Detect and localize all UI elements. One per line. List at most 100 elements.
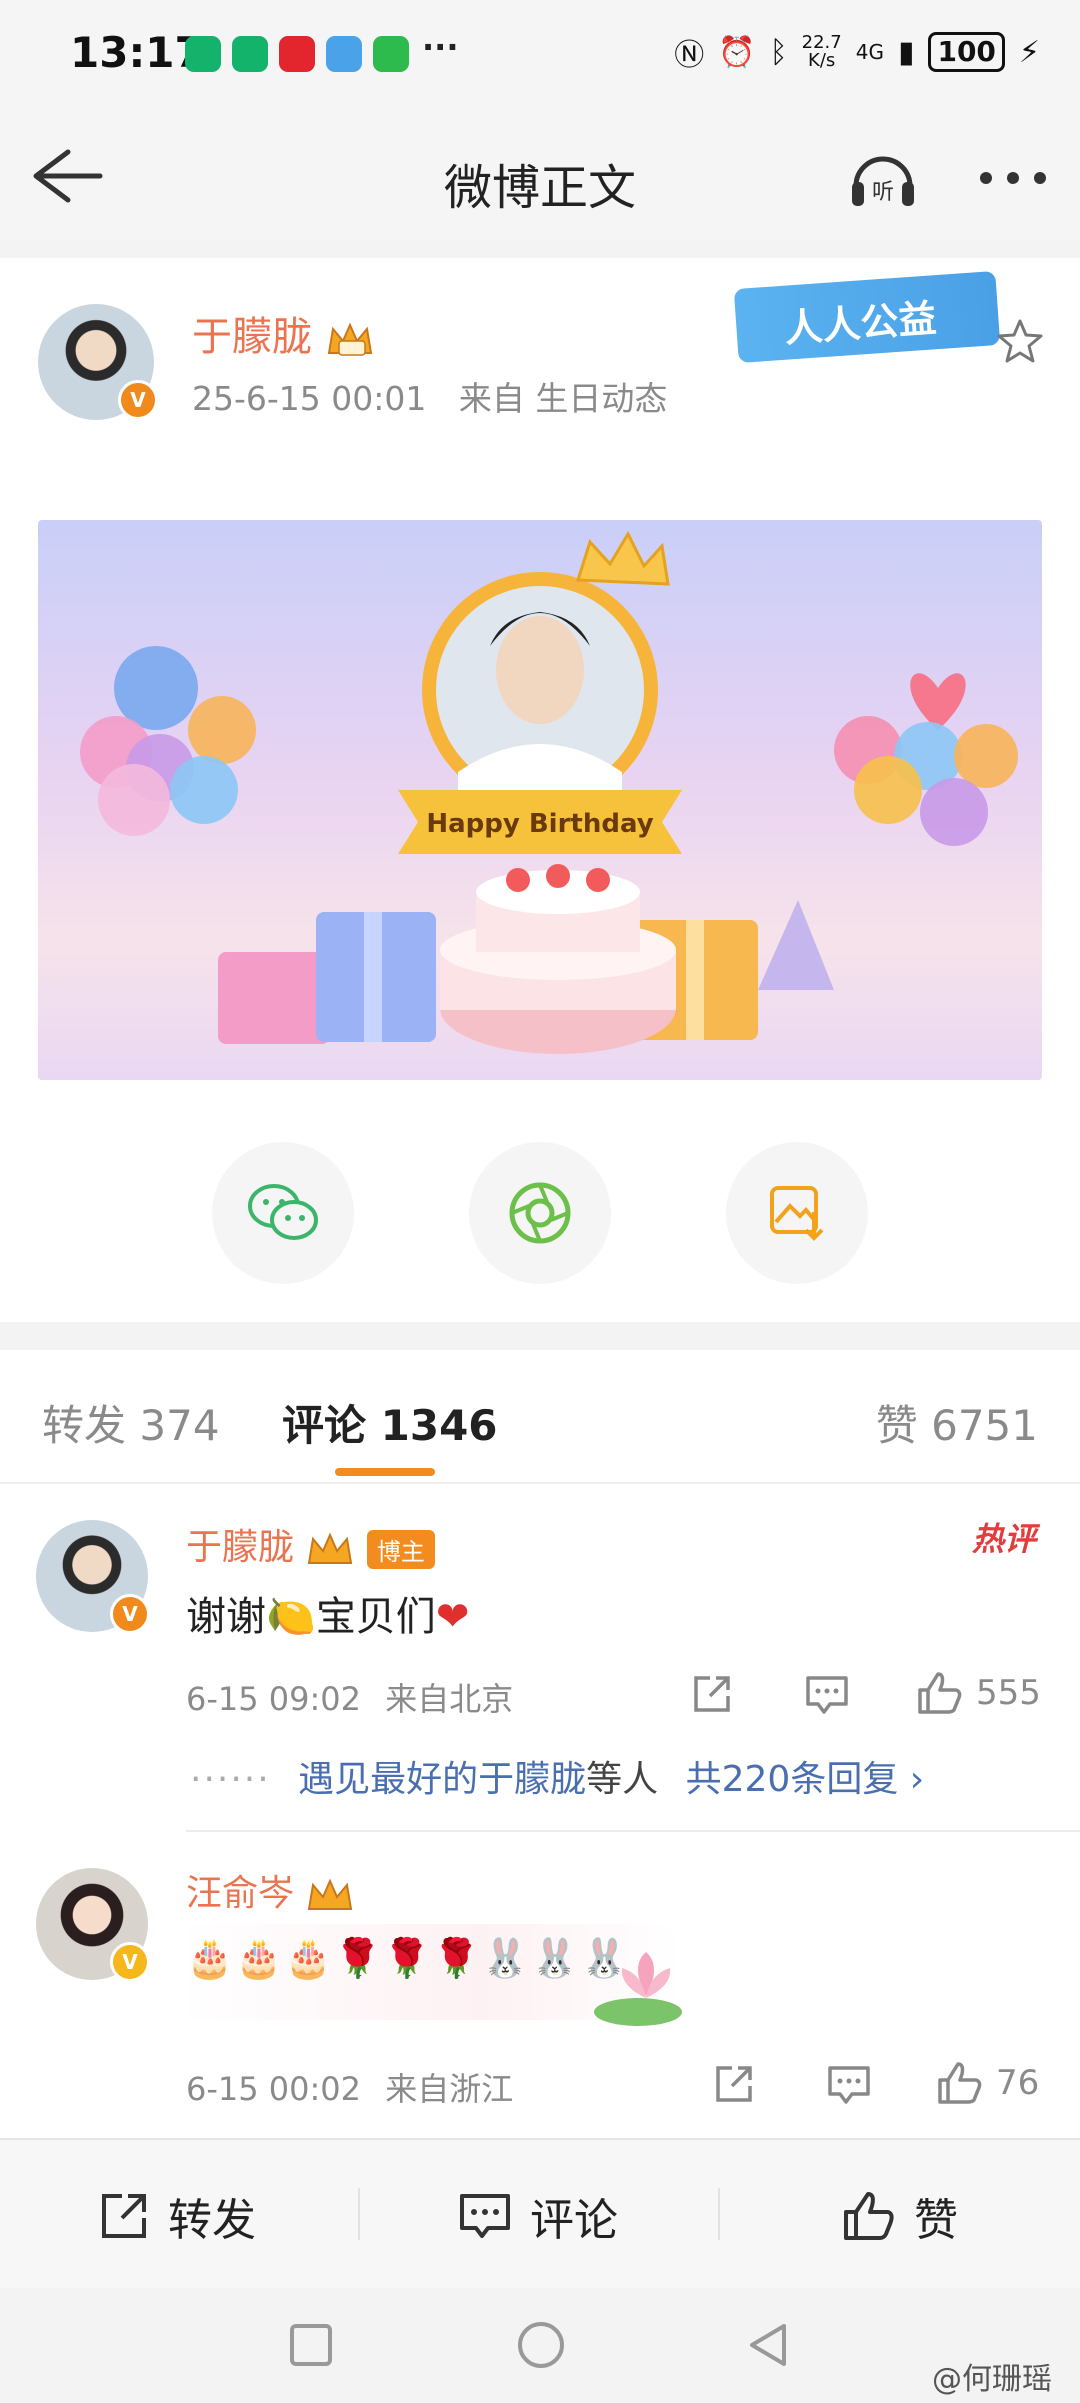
- comment-icon[interactable]: [804, 1672, 850, 1716]
- app-icon: [326, 36, 362, 72]
- comment-emoji-text: 🎂🎂🎂🌹🌹🌹🐰🐰🐰: [186, 1936, 630, 1980]
- interaction-tabs: 转发 374 评论 1346 赞 6751: [0, 1350, 1080, 1484]
- banner-caption: Happy Birthday: [426, 809, 653, 839]
- like-button[interactable]: 555: [916, 1670, 1041, 1716]
- more-options-icon[interactable]: [976, 168, 1050, 188]
- like-label: 赞: [914, 2195, 958, 2246]
- comment-meta: 6-15 00:02 来自浙江: [186, 2064, 513, 2110]
- divider: [718, 2188, 720, 2240]
- comment-location: 来自北京: [385, 1680, 514, 1718]
- save-image-button[interactable]: [726, 1142, 868, 1284]
- vip-crown-icon: [308, 1532, 353, 1564]
- charity-badge[interactable]: 人人公益: [733, 270, 1001, 364]
- back-icon[interactable]: [744, 2320, 792, 2370]
- like-button[interactable]: 76: [936, 2060, 1039, 2106]
- like-button[interactable]: 赞: [842, 2184, 958, 2248]
- status-indicators: Ⓝ ⏰ ᛒ 22.7 K/s 4G ▮ 100 ⚡: [674, 30, 1040, 74]
- dotted-connector: ······: [190, 1759, 271, 1800]
- commenter-name[interactable]: 汪俞岑: [186, 1864, 355, 1916]
- repost-icon[interactable]: [712, 2062, 756, 2106]
- comment-button[interactable]: 评论: [458, 2184, 618, 2248]
- vip-crown-icon: [308, 1878, 353, 1910]
- tab-comment-count: 1346: [380, 1401, 498, 1450]
- thumbs-up-icon: [844, 2192, 894, 2240]
- comment-text: 谢谢🍋宝贝们❤: [186, 1584, 469, 1642]
- like-count: 76: [996, 2063, 1040, 2103]
- author-name[interactable]: 于朦胧: [192, 304, 375, 362]
- commenter-name[interactable]: 于朦胧 博主: [186, 1518, 435, 1570]
- tab-repost-label: 转发: [42, 1401, 127, 1450]
- signal-icon: ▮: [897, 34, 915, 70]
- active-tab-indicator: [335, 1468, 435, 1476]
- watermark: @何珊瑶: [932, 2362, 1052, 2397]
- share-moments-button[interactable]: [469, 1142, 611, 1284]
- repost-icon: [102, 2194, 146, 2238]
- post-card: V 于朦胧 25-6-15 00:01 来自 生日动态 人人公益 Happy B…: [0, 258, 1080, 1322]
- verified-badge-icon: V: [110, 1594, 150, 1634]
- comment-icon[interactable]: [826, 2062, 872, 2106]
- comment-icon: [460, 2194, 510, 2238]
- home-icon[interactable]: [516, 2320, 566, 2370]
- reply-user: 遇见最好的于朦胧: [298, 1759, 587, 1800]
- replies-link[interactable]: ······ 遇见最好的于朦胧等人 共220条回复 ›: [190, 1750, 924, 1802]
- reply-suffix: 等人: [586, 1759, 659, 1800]
- charity-badge-text: 人人公益: [783, 296, 938, 351]
- tab-repost-count: 374: [139, 1401, 220, 1450]
- birthday-banner-image[interactable]: Happy Birthday: [38, 520, 1042, 1080]
- comment-label: 评论: [530, 2195, 618, 2246]
- network-speed: 22.7 K/s: [801, 32, 842, 71]
- hot-comment-badge: 热评: [971, 1520, 1036, 1558]
- tab-comment-label: 评论: [282, 1401, 367, 1450]
- comment-divider: [186, 1830, 1080, 1832]
- post-meta: 25-6-15 00:01 来自 生日动态: [192, 372, 667, 420]
- post-source[interactable]: 生日动态: [535, 379, 667, 418]
- tab-like[interactable]: 赞 6751: [876, 1392, 1038, 1453]
- share-wechat-button[interactable]: [212, 1142, 354, 1284]
- favorite-star-icon[interactable]: [996, 318, 1044, 364]
- repost-icon[interactable]: [690, 1672, 734, 1716]
- thumbs-up-icon: [918, 1672, 962, 1714]
- tab-repost[interactable]: 转发 374: [42, 1392, 220, 1453]
- wechat-icon: [373, 36, 409, 72]
- author-tag-badge: 博主: [366, 1529, 435, 1569]
- svg-text:听: 听: [872, 180, 894, 205]
- battery-level: 100: [928, 32, 1005, 72]
- vip-crown-icon: [327, 322, 372, 356]
- tab-comment[interactable]: 评论 1346: [282, 1392, 498, 1453]
- comment-location: 来自浙江: [385, 2070, 514, 2108]
- verified-badge-icon: V: [110, 1942, 150, 1982]
- heart-emoji-icon: ❤: [435, 1594, 470, 1640]
- verified-badge-icon: V: [118, 380, 158, 420]
- network-type: 4G: [855, 40, 884, 64]
- comment-text-part: 谢谢: [186, 1594, 266, 1640]
- thumbs-up-icon: [938, 2062, 982, 2104]
- system-navigation-bar: [0, 2288, 1080, 2403]
- tab-like-label: 赞: [875, 1401, 918, 1450]
- moments-shutter-icon: [509, 1182, 571, 1244]
- comment-list: V 于朦胧 博主 热评 谢谢🍋宝贝们❤ 6-15 09:02 来自北京 555 …: [0, 1484, 1080, 2138]
- wechat-icon: [248, 1184, 318, 1240]
- comment-meta: 6-15 09:02 来自北京: [186, 1674, 513, 1720]
- headphones-listen-icon[interactable]: 听: [846, 142, 920, 212]
- recent-apps-icon[interactable]: [288, 2322, 334, 2368]
- reply-total: 共220条回复 ›: [685, 1759, 925, 1800]
- repost-button[interactable]: 转发: [98, 2184, 256, 2248]
- app-icon: [279, 36, 315, 72]
- post-source-prefix: 来自: [458, 379, 525, 418]
- comment-text-part: 宝贝们: [315, 1594, 436, 1640]
- lemon-emoji-icon: 🍋: [266, 1594, 316, 1640]
- divider: [358, 2188, 360, 2240]
- bluetooth-icon: ᛒ: [769, 34, 788, 70]
- nav-bar: 微博正文 听: [0, 112, 1080, 240]
- comment-time: 6-15 00:02: [186, 2070, 362, 2108]
- birthday-illustration: Happy Birthday: [80, 530, 1018, 1054]
- comment-time: 6-15 09:02: [186, 1680, 362, 1718]
- save-image-icon: [770, 1186, 824, 1241]
- lotus-decoration-icon: [594, 1952, 682, 2026]
- alarm-icon: ⏰: [718, 34, 756, 70]
- status-bar: 13:17 ··· Ⓝ ⏰ ᛒ 22.7 K/s 4G ▮ 100 ⚡: [0, 0, 1080, 112]
- nfc-icon: Ⓝ: [674, 38, 705, 73]
- commenter-name-text: 于朦胧: [186, 1527, 295, 1568]
- more-notifications: ···: [422, 28, 459, 66]
- repost-label: 转发: [168, 2195, 256, 2246]
